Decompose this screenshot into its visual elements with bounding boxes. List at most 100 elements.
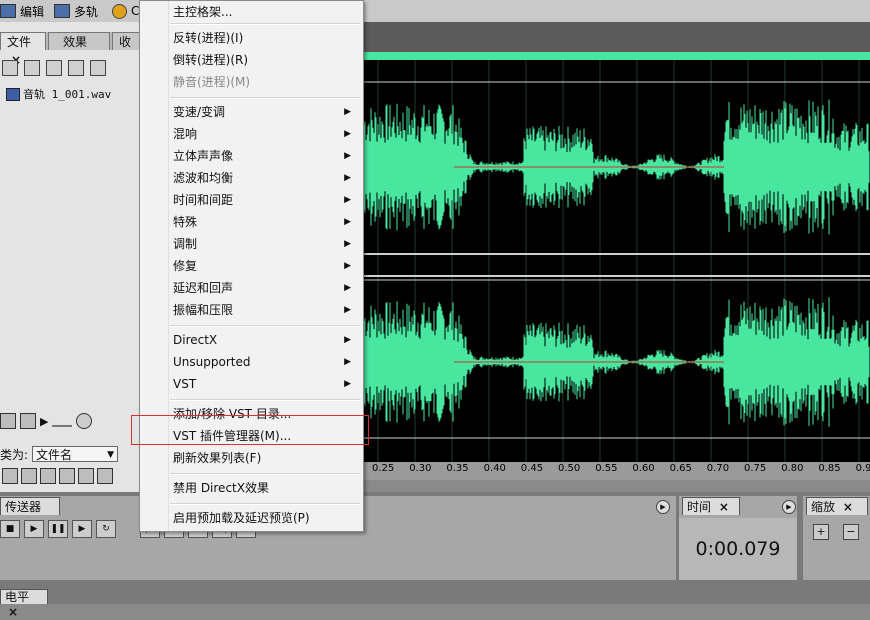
edit-view-icon bbox=[0, 4, 16, 18]
play-to-end-icon[interactable]: ▶ bbox=[72, 520, 92, 538]
play-icon[interactable]: ▶ bbox=[24, 520, 44, 538]
menu-item[interactable]: 调制 ▶ bbox=[140, 233, 363, 255]
play-file-icon[interactable] bbox=[90, 60, 106, 76]
menu-item[interactable]: 振幅和压限 ▶ bbox=[140, 299, 363, 321]
filter-loop-icon[interactable] bbox=[21, 468, 37, 484]
loop-icon[interactable] bbox=[20, 413, 36, 429]
tab-effects[interactable]: 效果 bbox=[48, 32, 110, 50]
menu-item-label: 变速/变调 bbox=[173, 105, 226, 119]
multitrack-label: 多轨 bbox=[74, 4, 99, 19]
submenu-arrow-icon: ▶ bbox=[344, 305, 351, 315]
waveform-overview-bar[interactable] bbox=[364, 52, 870, 60]
cd-view-button[interactable]: C bbox=[112, 2, 139, 20]
tab-time[interactable]: 时间 × bbox=[682, 497, 740, 515]
menu-item[interactable]: 启用预加载及延迟预览(P) bbox=[140, 507, 363, 529]
tab-zoom-close-icon[interactable]: × bbox=[843, 500, 853, 514]
volume-meter-icon bbox=[52, 415, 73, 427]
menu-item[interactable]: Unsupported ▶ bbox=[140, 351, 363, 373]
speaker-icon[interactable] bbox=[0, 413, 16, 429]
insert-multitrack-icon[interactable] bbox=[46, 60, 62, 76]
tab-level-close-icon[interactable]: × bbox=[8, 605, 18, 619]
multitrack-icon bbox=[54, 4, 70, 18]
time-ruler[interactable]: 0.25 0.30 0.35 0.40 0.45 0.50 0.55 0.60 0.65 0.70… bbox=[364, 462, 870, 480]
ruler-tick-label: 0.55 bbox=[595, 463, 618, 474]
time-value: 0:00.079 bbox=[695, 538, 781, 560]
menu-item[interactable]: 静音(进程)(M) bbox=[140, 71, 363, 93]
tab-files-label: 文件 bbox=[7, 35, 32, 49]
menu-separator bbox=[170, 473, 360, 475]
menu-item[interactable]: VST ▶ bbox=[140, 373, 363, 395]
menu-item[interactable]: 主控格架... bbox=[140, 1, 363, 23]
menu-item[interactable]: 禁用 DirectX效果 bbox=[140, 477, 363, 499]
filter-video-icon[interactable] bbox=[40, 468, 56, 484]
loop-play-icon[interactable]: ↻ bbox=[96, 520, 116, 538]
tab-transport[interactable]: 传送器 × bbox=[0, 497, 60, 532]
filter-audio-icon[interactable] bbox=[2, 468, 18, 484]
filter-midi-icon[interactable] bbox=[59, 468, 75, 484]
menu-item-label: 立体声声像 bbox=[173, 149, 234, 163]
menu-item-label: 特殊 bbox=[173, 215, 198, 229]
pause-icon[interactable]: ❚❚ bbox=[48, 520, 68, 538]
options-icon[interactable] bbox=[97, 468, 113, 484]
transport-buttons: ■ ▶ ❚❚ ▶ ↻ bbox=[0, 520, 116, 538]
file-filter-buttons bbox=[0, 468, 142, 486]
tab-favorites[interactable]: 收藏 bbox=[112, 32, 140, 50]
waveform-display[interactable] bbox=[363, 60, 870, 462]
menu-item[interactable]: 时间和间距 ▶ bbox=[140, 189, 363, 211]
submenu-arrow-icon: ▶ bbox=[344, 283, 351, 293]
zoom-out-icon[interactable]: − bbox=[843, 524, 859, 540]
tab-level[interactable]: 电平 × bbox=[0, 589, 48, 619]
submenu-arrow-icon: ▶ bbox=[344, 217, 351, 227]
menu-item-label: 倒转(进程)(R) bbox=[173, 53, 249, 67]
menu-separator bbox=[170, 503, 360, 505]
ruler-tick-label: 0.25 bbox=[372, 463, 395, 474]
menu-item[interactable]: 刷新效果列表(F) bbox=[140, 447, 363, 469]
menu-item[interactable]: 修复 ▶ bbox=[140, 255, 363, 277]
volume-knob-icon[interactable] bbox=[76, 413, 93, 429]
time-display: 0:00.079 bbox=[679, 518, 797, 580]
menu-item-label: 修复 bbox=[173, 259, 198, 273]
menu-item[interactable]: 变速/变调 ▶ bbox=[140, 101, 363, 123]
audio-file-icon bbox=[6, 87, 20, 101]
file-list-item[interactable]: 音轨 1_001.wav bbox=[6, 86, 111, 102]
menu-item[interactable]: 延迟和回声 ▶ bbox=[140, 277, 363, 299]
panel-menu-icon[interactable]: ▶ bbox=[656, 500, 670, 514]
menu-item[interactable]: DirectX ▶ bbox=[140, 329, 363, 351]
ruler-tick-label: 0.80 bbox=[781, 463, 804, 474]
play-preview-icon[interactable]: ▶ bbox=[40, 415, 48, 428]
menu-item[interactable]: 反转(进程)(I) bbox=[140, 27, 363, 49]
insert-cd-icon[interactable] bbox=[68, 60, 84, 76]
tab-zoom[interactable]: 缩放 × bbox=[806, 497, 868, 515]
filter-icon[interactable] bbox=[78, 468, 94, 484]
menu-item[interactable]: 混响 ▶ bbox=[140, 123, 363, 145]
menu-item-label: 刷新效果列表(F) bbox=[173, 451, 262, 465]
menu-item[interactable]: 倒转(进程)(R) bbox=[140, 49, 363, 71]
menu-item[interactable]: 特殊 ▶ bbox=[140, 211, 363, 233]
submenu-arrow-icon: ▶ bbox=[344, 379, 351, 389]
zoom-in-icon[interactable]: + bbox=[813, 524, 829, 540]
submenu-arrow-icon: ▶ bbox=[344, 195, 351, 205]
tab-files[interactable]: 文件 × bbox=[0, 32, 46, 67]
multitrack-view-button[interactable]: 多轨 bbox=[54, 2, 98, 20]
tab-transport-label: 传送器 bbox=[5, 500, 42, 514]
sort-select[interactable]: 文件名 ▼ bbox=[32, 446, 119, 462]
close-file-icon[interactable] bbox=[24, 60, 40, 76]
ruler-tick-label: 0.35 bbox=[446, 463, 469, 474]
edit-view-button[interactable]: 编辑 bbox=[0, 2, 44, 20]
time-panel-menu-icon[interactable]: ▶ bbox=[782, 500, 796, 514]
menu-item-label: 启用预加载及延迟预览(P) bbox=[173, 511, 310, 525]
menu-item[interactable]: 立体声声像 ▶ bbox=[140, 145, 363, 167]
waveform-svg bbox=[363, 60, 870, 462]
menu-item-label: 延迟和回声 bbox=[173, 281, 234, 295]
ruler-tick-label: 0.85 bbox=[818, 463, 841, 474]
tab-time-close-icon[interactable]: × bbox=[719, 500, 729, 514]
submenu-arrow-icon: ▶ bbox=[344, 261, 351, 271]
import-file-icon[interactable] bbox=[2, 60, 18, 76]
menu-item[interactable]: 滤波和均衡 ▶ bbox=[140, 167, 363, 189]
menu-separator bbox=[170, 325, 360, 327]
stop-icon[interactable]: ■ bbox=[0, 520, 20, 538]
menu-item-label: 反转(进程)(I) bbox=[173, 31, 244, 45]
sort-row: 类为: 文件名 ▼ bbox=[0, 444, 140, 464]
menu-item-label: Unsupported bbox=[173, 355, 251, 369]
sort-select-value: 文件名 bbox=[36, 448, 73, 462]
